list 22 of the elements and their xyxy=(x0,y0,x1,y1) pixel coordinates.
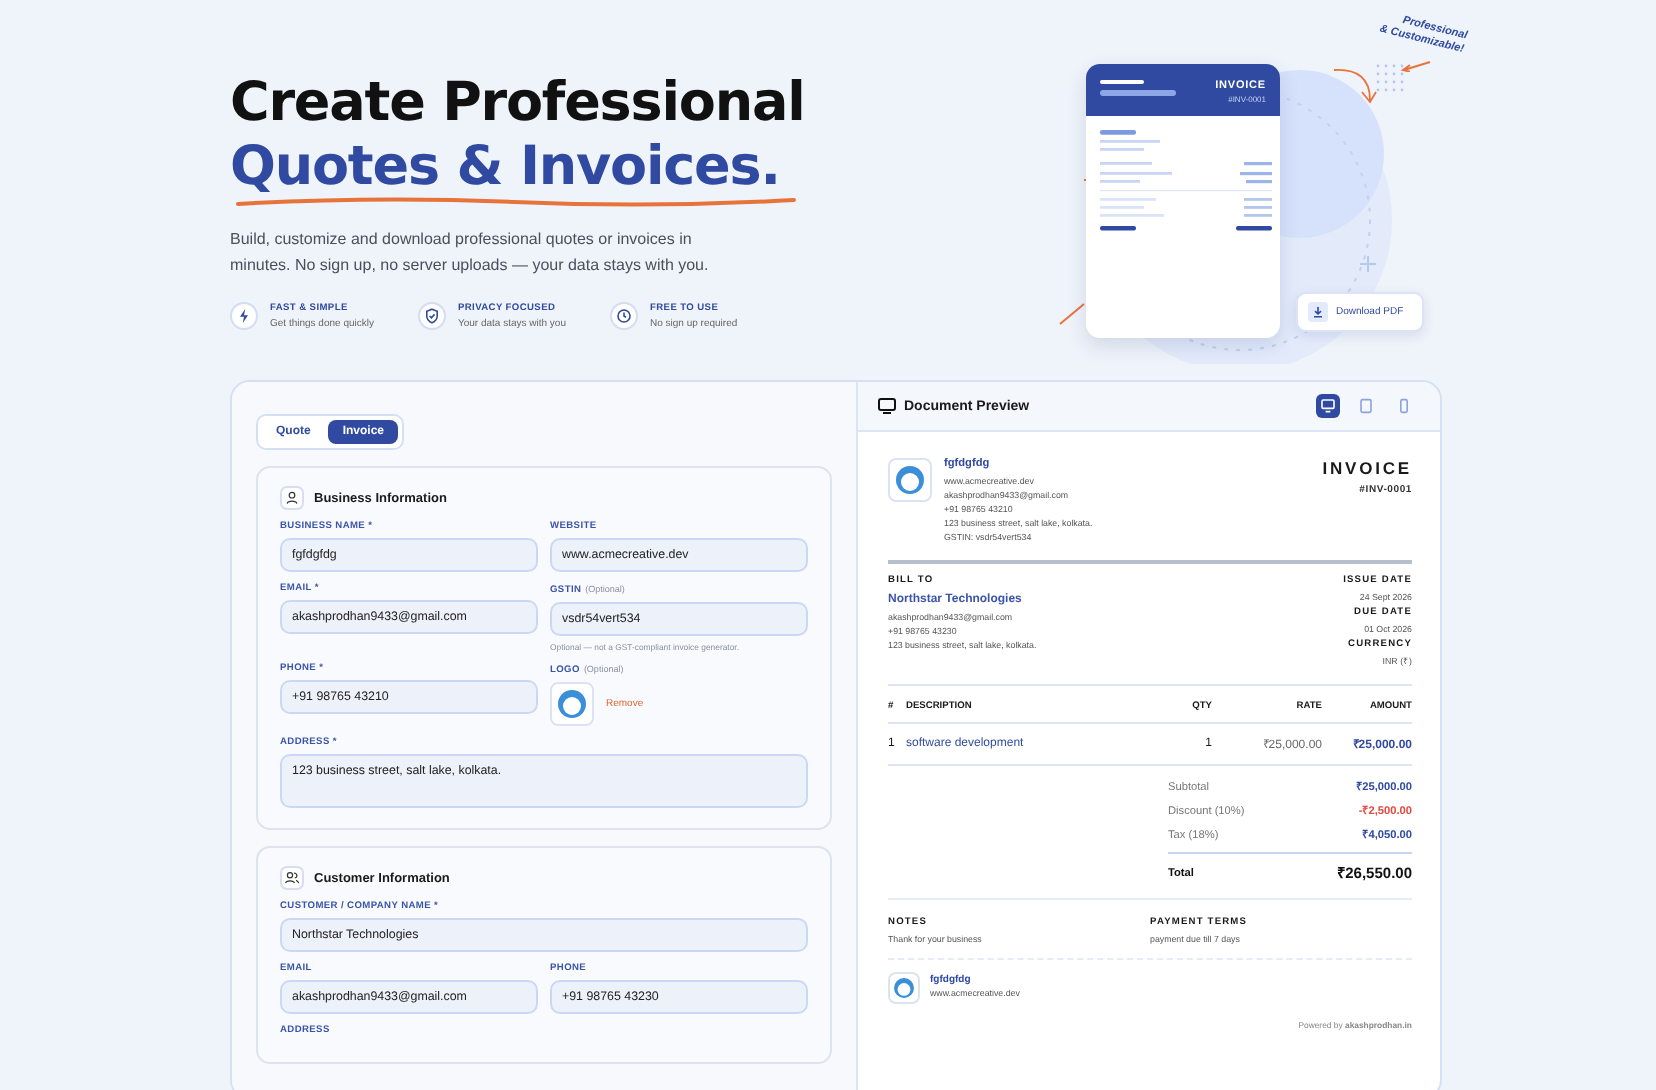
shield-icon xyxy=(417,302,446,330)
headline-highlight: Quotes & Invoices. xyxy=(230,136,780,200)
tablet-icon xyxy=(1358,398,1374,414)
dot-grid-icon xyxy=(1376,64,1404,92)
monitor-icon xyxy=(878,398,896,414)
user-icon xyxy=(280,486,304,510)
download-icon xyxy=(1308,302,1328,322)
clock-icon xyxy=(610,302,638,330)
phone-icon xyxy=(1396,398,1412,414)
subtitle: Build, customize and download professional quotes or invoices in minutes. No sign up, no server uploads — your data stays with you. xyxy=(230,228,711,278)
tablet-view-button[interactable] xyxy=(1354,394,1378,418)
arrow-icon xyxy=(1400,60,1432,72)
desktop-view-button[interactable] xyxy=(1316,394,1340,418)
document-title: INVOICE xyxy=(1322,458,1412,478)
monitor-icon xyxy=(1320,398,1336,414)
users-icon xyxy=(280,866,304,890)
lightning-icon xyxy=(230,302,258,330)
headline: Create Professional xyxy=(230,72,805,136)
avatar-icon xyxy=(894,977,914,997)
avatar-icon xyxy=(558,690,586,718)
curved-arrow-icon xyxy=(1330,64,1382,108)
avatar-icon xyxy=(896,466,924,494)
